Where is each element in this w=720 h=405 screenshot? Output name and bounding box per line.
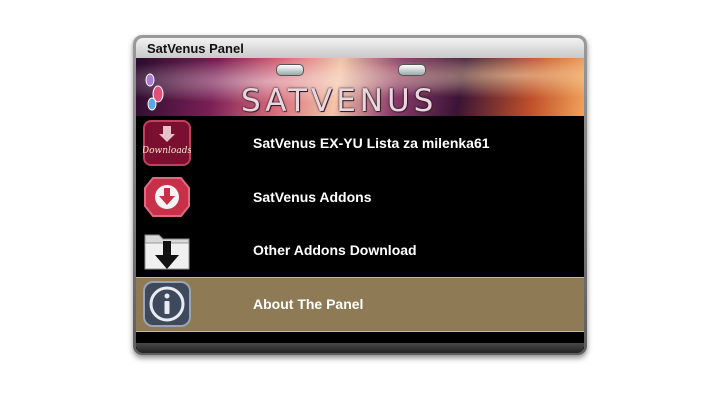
menu-item-other-addons-download[interactable]: Other Addons Download — [136, 224, 584, 277]
menu-item-label: Other Addons Download — [253, 242, 417, 258]
satellite-right-icon — [398, 64, 426, 76]
download-badge-icon — [144, 177, 190, 217]
panel-menu: Downloads SatVenus EX-YU Lista za milenk… — [136, 116, 584, 349]
satellite-left-icon — [276, 64, 304, 76]
menu-item-satvenus-exyu-list[interactable]: Downloads SatVenus EX-YU Lista za milenk… — [136, 117, 584, 170]
title-bar: SatVenus Panel — [136, 38, 584, 58]
window-bottom-bar — [136, 343, 584, 353]
folder-download-icon — [144, 234, 190, 270]
satvenus-logo: SATVENUS — [241, 83, 438, 116]
downloads-icon: Downloads — [143, 120, 191, 166]
satvenus-banner: SATVENUS — [136, 58, 584, 116]
menu-item-about-the-panel[interactable]: About The Panel — [136, 277, 584, 332]
menu-item-label: SatVenus EX-YU Lista za milenka61 — [253, 135, 490, 151]
downloads-icon-text: Downloads — [143, 146, 191, 156]
satvenus-panel-window: SatVenus Panel SATVENUS Downloads SatVen… — [133, 35, 587, 355]
menu-item-label: SatVenus Addons — [253, 189, 372, 205]
satellite-dish-icon — [145, 73, 164, 111]
info-icon — [143, 281, 191, 327]
menu-item-satvenus-addons[interactable]: SatVenus Addons — [136, 171, 584, 224]
window-title: SatVenus Panel — [147, 41, 244, 56]
menu-item-label: About The Panel — [253, 296, 364, 312]
